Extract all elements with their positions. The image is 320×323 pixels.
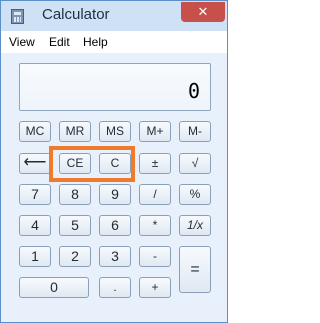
menu-edit[interactable]: Edit — [49, 35, 70, 49]
decimal-button[interactable]: . — [99, 277, 131, 298]
calculator-icon — [11, 9, 24, 24]
result-display: 0 — [19, 63, 211, 111]
digit-3-button[interactable]: 3 — [99, 246, 131, 267]
close-button[interactable]: ✕ — [181, 2, 225, 22]
menu-bar: View Edit Help — [1, 31, 227, 53]
digit-8-button[interactable]: 8 — [59, 184, 91, 205]
window-title: Calculator — [42, 6, 110, 23]
ce-c-highlight-box — [49, 146, 135, 182]
menu-view[interactable]: View — [9, 35, 35, 49]
ms-button[interactable]: MS — [99, 121, 131, 142]
title-bar: Calculator ✕ — [1, 1, 227, 31]
percent-button[interactable]: % — [179, 184, 211, 205]
reciprocal-button[interactable]: 1/x — [179, 215, 211, 236]
digit-4-button[interactable]: 4 — [19, 215, 51, 236]
digit-5-button[interactable]: 5 — [59, 215, 91, 236]
mr-button[interactable]: MR — [59, 121, 91, 142]
plus-button[interactable]: + — [139, 277, 171, 298]
mc-button[interactable]: MC — [19, 121, 51, 142]
backspace-button[interactable]: ⟵ — [19, 153, 51, 174]
divide-button[interactable]: / — [139, 184, 171, 205]
digit-7-button[interactable]: 7 — [19, 184, 51, 205]
m-minus-button[interactable]: M- — [179, 121, 211, 142]
square-root-button[interactable]: √ — [179, 153, 211, 174]
calculator-window: Calculator ✕ View Edit Help 0 MC MR MS M… — [0, 0, 228, 323]
menu-help[interactable]: Help — [83, 35, 108, 49]
digit-2-button[interactable]: 2 — [59, 246, 91, 267]
plus-minus-button[interactable]: ± — [139, 153, 171, 174]
equals-button[interactable]: = — [179, 246, 211, 293]
multiply-button[interactable]: * — [139, 215, 171, 236]
digit-0-button[interactable]: 0 — [19, 277, 89, 298]
digit-1-button[interactable]: 1 — [19, 246, 51, 267]
digit-6-button[interactable]: 6 — [99, 215, 131, 236]
minus-button[interactable]: - — [139, 246, 171, 267]
digit-9-button[interactable]: 9 — [99, 184, 131, 205]
display-value: 0 — [187, 79, 200, 103]
m-plus-button[interactable]: M+ — [139, 121, 171, 142]
